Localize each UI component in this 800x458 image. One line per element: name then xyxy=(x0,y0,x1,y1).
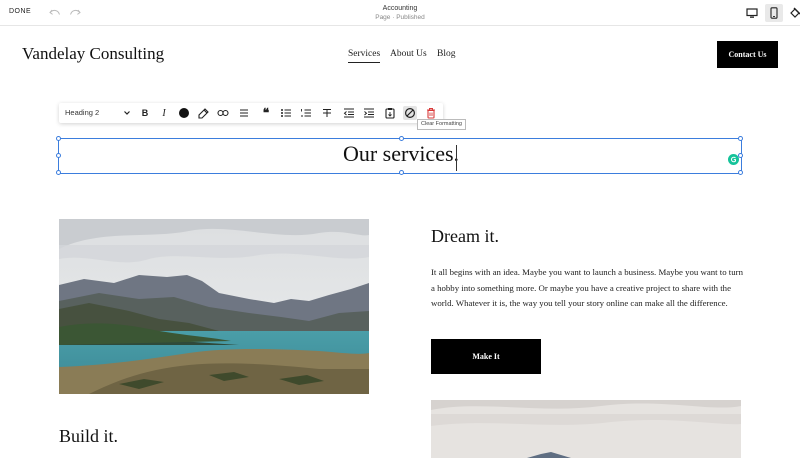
resize-handle-left[interactable] xyxy=(55,152,61,158)
block-type-label: Heading 2 xyxy=(65,108,100,117)
text-highlight-button[interactable] xyxy=(196,106,210,120)
build-it-heading: Build it. xyxy=(59,426,119,446)
clear-formatting-tooltip: Clear Formatting xyxy=(417,119,466,130)
outdent-button[interactable] xyxy=(342,106,356,120)
italic-button[interactable]: I xyxy=(157,106,171,120)
editor-top-bar: DONE Accounting Page · Published xyxy=(0,0,800,26)
paste-icon xyxy=(385,108,395,119)
text-color-icon xyxy=(179,108,189,118)
nav-link-about-us[interactable]: About Us xyxy=(390,49,427,59)
resize-handle-bottom-right[interactable] xyxy=(737,169,743,175)
mobile-view-button[interactable] xyxy=(765,4,783,22)
lake-mountain-photo xyxy=(59,219,369,394)
resize-handle-top-left[interactable] xyxy=(55,135,61,141)
desktop-icon xyxy=(746,7,758,18)
numbered-list-button[interactable] xyxy=(299,106,313,120)
text-color-button[interactable] xyxy=(177,106,191,120)
clear-formatting-button[interactable] xyxy=(403,106,417,120)
bold-icon: B xyxy=(141,108,149,118)
nav-link-blog[interactable]: Blog xyxy=(437,49,455,59)
blockquote-button[interactable]: ❝ xyxy=(259,106,273,120)
dream-it-paragraph: It all begins with an idea. Maybe you wa… xyxy=(431,267,743,308)
grammarly-g-icon xyxy=(731,156,736,163)
chevron-down-icon xyxy=(124,111,130,115)
blockquote-icon: ❝ xyxy=(262,106,270,120)
desktop-view-button[interactable] xyxy=(743,4,761,22)
text-align-icon xyxy=(323,109,331,117)
resize-handle-top[interactable] xyxy=(398,135,404,141)
bulleted-list-icon xyxy=(281,109,291,117)
mobile-icon xyxy=(770,7,778,19)
indent-icon xyxy=(364,108,374,118)
text-align-button[interactable] xyxy=(320,106,334,120)
numbered-list-icon xyxy=(301,109,311,117)
text-highlight-icon xyxy=(198,108,209,119)
make-it-button[interactable]: Make It xyxy=(431,339,541,374)
desert-mountain-photo xyxy=(431,400,741,458)
dream-it-heading: Dream it. xyxy=(431,226,499,246)
heading-block-selected[interactable]: Our services. xyxy=(55,135,743,175)
site-title[interactable]: Vandelay Consulting xyxy=(22,44,164,64)
contact-us-button[interactable]: Contact Us xyxy=(717,41,778,68)
grammarly-icon[interactable] xyxy=(728,154,739,165)
page-title: Accounting xyxy=(382,5,418,12)
block-type-select[interactable]: Heading 2 xyxy=(63,106,133,120)
indent-button[interactable] xyxy=(362,106,376,120)
delete-icon xyxy=(427,108,435,119)
page-heading[interactable]: Our services. xyxy=(59,141,743,167)
outdent-icon xyxy=(343,108,354,118)
lake-mountain-image xyxy=(59,219,369,394)
paintbrush-icon[interactable] xyxy=(788,4,800,22)
text-cursor xyxy=(456,145,457,171)
formatting-toolbar: Heading 2 B I ❝ xyxy=(59,103,443,123)
resize-handle-top-right[interactable] xyxy=(737,135,743,141)
bold-button[interactable]: B xyxy=(138,106,152,120)
resize-handle-bottom[interactable] xyxy=(398,169,404,175)
paste-button[interactable] xyxy=(383,106,397,120)
resize-handle-bottom-left[interactable] xyxy=(55,169,61,175)
clear-formatting-icon xyxy=(404,107,416,119)
italic-icon: I xyxy=(162,107,166,119)
link-icon xyxy=(217,109,229,117)
delete-button[interactable] xyxy=(424,106,438,120)
nav-link-services[interactable]: Services xyxy=(348,49,381,63)
page-info: Accounting Page · Published xyxy=(0,4,800,22)
desert-mountain-image xyxy=(431,400,741,458)
strikethrough-button[interactable] xyxy=(237,106,251,120)
bulleted-list-button[interactable] xyxy=(279,106,293,120)
strikethrough-icon xyxy=(240,109,248,117)
link-button[interactable] xyxy=(216,106,230,120)
page-status: Page · Published xyxy=(375,14,425,21)
